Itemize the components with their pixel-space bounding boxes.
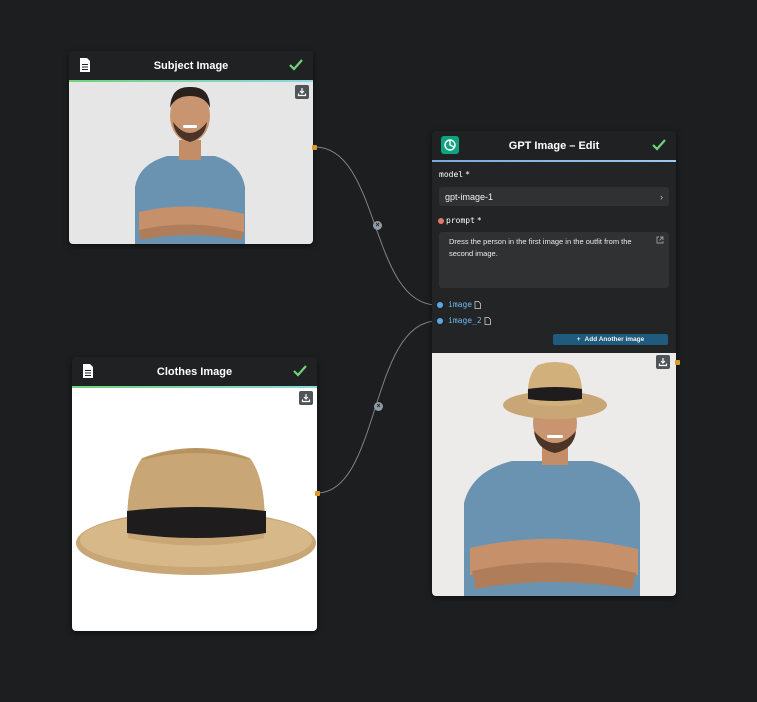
input-port[interactable] [437,317,443,324]
download-icon [301,394,311,403]
subject-photo [69,82,313,244]
hat-photo [72,388,317,631]
openai-icon [441,136,459,154]
header-status-bar [432,160,676,162]
wire-remove-button[interactable]: × [373,221,382,230]
prompt-label: prompt * [438,216,482,225]
file-icon [484,316,491,325]
clothes-image [72,388,317,631]
node-header: Clothes Image [72,357,317,386]
download-icon [658,358,668,367]
node-header: GPT Image – Edit [432,131,676,160]
node-title: Subject Image [153,59,229,72]
wire-remove-button[interactable]: × [374,402,383,411]
output-photo [432,353,676,596]
node-title: GPT Image – Edit [508,139,600,152]
input-image-2[interactable]: image_2 [437,316,491,325]
node-title: Clothes Image [156,365,233,378]
gpt-image-edit-node[interactable]: GPT Image – Edit model * gpt-image-1 › p… [432,131,680,596]
download-button[interactable] [299,391,313,405]
external-link-icon[interactable] [656,236,664,244]
plus-icon: + [576,336,581,343]
input-image[interactable]: image [437,300,481,309]
download-icon [297,88,307,97]
node-header: Subject Image [69,51,313,80]
output-image [432,353,676,596]
input-port[interactable] [437,301,443,308]
file-icon [474,300,481,309]
download-button[interactable] [656,355,670,369]
model-label: model * [439,170,470,179]
prompt-textarea[interactable]: Dress the person in the first image in t… [439,232,669,288]
clothes-image-node[interactable]: Clothes Image [72,357,320,631]
workflow-canvas[interactable]: × × Subject Image Clothes Image GPT Imag… [0,0,757,702]
output-port[interactable] [675,360,680,365]
document-icon [83,364,93,378]
required-dot [438,217,444,224]
check-icon [293,365,307,377]
add-another-image-button[interactable]: + Add Another image [553,334,668,345]
chevron-right-icon: › [660,192,663,202]
check-icon [289,59,303,71]
subject-image-node[interactable]: Subject Image [69,51,317,244]
model-select[interactable]: gpt-image-1 › [439,187,669,206]
output-port[interactable] [315,491,320,496]
download-button[interactable] [295,85,309,99]
output-port[interactable] [312,145,317,150]
check-icon [652,139,666,151]
document-icon [80,58,90,72]
subject-image [69,82,313,244]
